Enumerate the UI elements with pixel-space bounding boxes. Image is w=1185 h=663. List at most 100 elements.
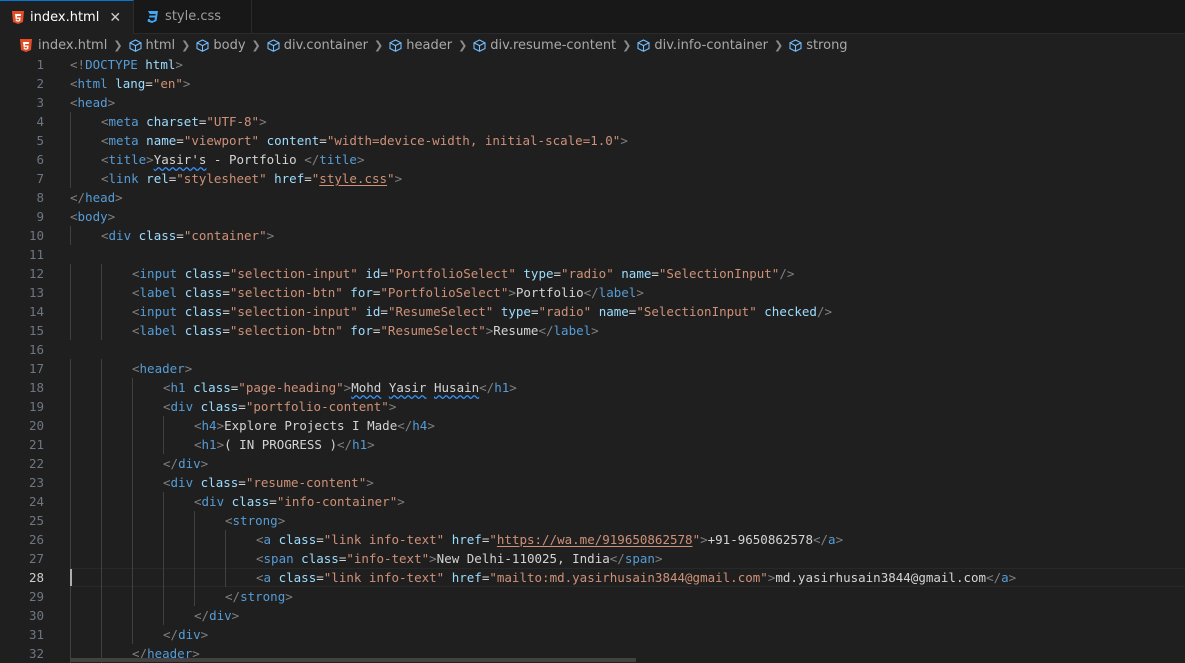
code-token: > <box>636 285 644 300</box>
indent-guide <box>70 169 71 188</box>
breadcrumb-item-resume-content[interactable]: ❯ div.resume-content <box>452 38 616 53</box>
code-token: </ <box>583 285 599 300</box>
indent-guide <box>163 530 164 549</box>
line-number: 12 <box>28 266 44 281</box>
code-token: > <box>591 323 599 338</box>
line-number: 13 <box>28 285 44 300</box>
code-line[interactable]: 1 <!DOCTYPE html> <box>0 55 1185 74</box>
code-token: h1 <box>352 437 368 452</box>
code-token: id <box>365 266 381 281</box>
indent-guide <box>101 264 102 283</box>
code-line[interactable]: 15 <label class="selection-btn" for="Resu… <box>0 321 1185 340</box>
code-line[interactable]: 21 <h1>( IN PROGRESS )</h1> <box>0 435 1185 454</box>
code-token: div <box>201 494 225 509</box>
code-token: "resume-content" <box>245 475 367 490</box>
code-line[interactable]: 23 <div class="resume-content"> <box>0 473 1185 492</box>
tab-index-html[interactable]: index.html ✕ <box>0 0 135 34</box>
code-token: for <box>350 323 373 338</box>
tab-style-css[interactable]: style.css <box>134 0 253 33</box>
indent-guide <box>132 492 133 511</box>
breadcrumb-item-file[interactable]: index.html <box>20 38 107 53</box>
chevron-right-icon: ❯ <box>458 38 468 52</box>
code-line[interactable]: 9 <body> <box>0 207 1185 226</box>
code-editor[interactable]: 1 <!DOCTYPE html> 2 <html lang="en"> 3 <head>… <box>0 55 1185 663</box>
indent-guide <box>132 378 133 397</box>
code-token: "radio" <box>561 266 614 281</box>
code-line[interactable]: 22 </div> <box>0 454 1185 473</box>
breadcrumb-item-body[interactable]: ❯ body <box>175 38 245 53</box>
code-line[interactable]: 30 </div> <box>0 606 1185 625</box>
code-token: strong <box>232 513 278 528</box>
close-icon[interactable]: ✕ <box>109 10 121 26</box>
code-line[interactable]: 7 <link rel="stylesheet" href="style.css"… <box>0 169 1185 188</box>
code-token: "info-text" <box>346 551 430 566</box>
code-line[interactable]: 26 <a class="link info-text" href="https:… <box>0 530 1185 549</box>
code-token: "PortfolioSelect" <box>380 285 509 300</box>
html5-icon <box>12 11 24 24</box>
indent-guide <box>132 568 133 587</box>
line-number: 11 <box>28 247 44 262</box>
indent-guide <box>70 112 71 131</box>
code-token: "selection-btn" <box>229 323 343 338</box>
code-line[interactable]: 16 <box>0 340 1185 359</box>
code-token: <! <box>70 57 86 72</box>
code-token: label <box>553 323 592 338</box>
code-line[interactable]: 11 <box>0 245 1185 264</box>
code-line[interactable]: 17 <header> <box>0 359 1185 378</box>
code-token: </ <box>163 456 179 471</box>
code-token: </ <box>479 380 495 395</box>
code-line[interactable]: 19 <div class="portfolio-content"> <box>0 397 1185 416</box>
breadcrumb-item-container[interactable]: ❯ div.container <box>246 38 369 53</box>
breadcrumb-item-info-container[interactable]: ❯ div.info-container <box>616 38 768 53</box>
chevron-right-icon: ❯ <box>773 38 784 52</box>
breadcrumb-label: header <box>406 37 453 53</box>
code-line[interactable]: 10 <div class="container"> <box>0 226 1185 245</box>
code-token: " <box>387 171 395 186</box>
code-line[interactable]: 24 <div class="info-container"> <box>0 492 1185 511</box>
code-line[interactable]: 25 <strong> <box>0 511 1185 530</box>
breadcrumb-label: strong <box>806 37 848 53</box>
breadcrumb-label: div.container <box>283 37 369 53</box>
code-token: > <box>654 551 663 566</box>
code-line[interactable]: 28 <a class="link info-text" href="mailto… <box>0 568 1185 587</box>
breadcrumb-item-header[interactable]: ❯ header <box>368 38 452 53</box>
code-token: </ <box>225 589 241 604</box>
code-line[interactable]: 13 <label class="selection-btn" for="Port… <box>0 283 1185 302</box>
code-token: = <box>222 266 230 281</box>
line-number: 17 <box>28 361 44 376</box>
code-line[interactable]: 2 <html lang="en"> <box>0 74 1185 93</box>
line-number: 20 <box>28 418 44 433</box>
code-token: < <box>256 532 264 547</box>
code-line[interactable]: 3 <head> <box>0 93 1185 112</box>
code-token: div <box>209 608 232 623</box>
code-token: < <box>163 380 171 395</box>
code-token: a <box>1001 570 1009 585</box>
code-line[interactable]: 20 <h4>Explore Projects I Made</h4> <box>0 416 1185 435</box>
code-line[interactable]: 6 <title>Yasir's - Portfolio </title> <box>0 150 1185 169</box>
code-line[interactable]: 27 <span class="info-text">New Delhi-1100… <box>0 549 1185 568</box>
code-line[interactable]: 31 </div> <box>0 625 1185 644</box>
code-token: "UTF-8" <box>206 114 260 129</box>
code-token: = <box>176 228 184 243</box>
code-token: < <box>225 513 233 528</box>
indent-guide <box>132 454 133 473</box>
code-line[interactable]: 5 <meta name="viewport" content="width=de… <box>0 131 1185 150</box>
code-line[interactable]: 4 <meta charset="UTF-8"> <box>0 112 1185 131</box>
indent-guide <box>70 302 71 321</box>
code-line[interactable]: 29 </strong> <box>0 587 1185 606</box>
code-line[interactable]: 8 </head> <box>0 188 1185 207</box>
line-number: 8 <box>36 190 44 205</box>
line-number: 19 <box>28 399 44 414</box>
horizontal-scrollbar[interactable] <box>70 658 636 662</box>
code-line[interactable]: 12 <input class="selection-input" id="Por… <box>0 264 1185 283</box>
breadcrumb-item-strong[interactable]: ❯ strong <box>768 38 848 53</box>
breadcrumb-item-html[interactable]: ❯ html <box>107 38 175 53</box>
indent-guide <box>101 416 102 435</box>
indent-guide <box>163 587 164 606</box>
code-line[interactable]: 14 <input class="selection-input" id="Res… <box>0 302 1185 321</box>
line-number: 7 <box>36 171 44 186</box>
indent-guide <box>132 473 133 492</box>
line-number: 10 <box>28 228 44 243</box>
code-token: = <box>222 323 230 338</box>
code-line[interactable]: 18 <h1 class="page-heading">Mohd Yasir Hu… <box>0 378 1185 397</box>
